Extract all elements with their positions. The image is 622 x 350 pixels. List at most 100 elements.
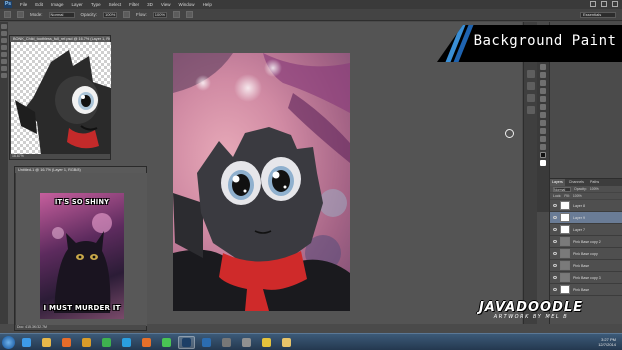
eye-icon[interactable] [553, 240, 557, 243]
healing-tool-icon[interactable] [1, 66, 7, 71]
tab-channels[interactable]: Channels [567, 179, 586, 186]
taskbar-app[interactable] [218, 336, 235, 349]
menu-file[interactable]: File [20, 0, 27, 9]
lasso-tool-icon[interactable] [1, 38, 7, 43]
foreground-color-swatch[interactable] [540, 152, 546, 158]
layer-row[interactable]: Pink Base copy 3 [550, 272, 622, 284]
layer-row-selected[interactable]: Layer 9 [550, 212, 622, 224]
airbrush-icon[interactable] [172, 11, 180, 18]
document-window-meme[interactable]: Untitled-1 @ 16.7% (Layer 1, RGB/8) IT'S… [14, 166, 147, 331]
taskbar-clock[interactable]: 3:27 PM 12/7/2014 [598, 337, 616, 347]
eye-icon[interactable] [553, 216, 557, 219]
watermark-logo-text: JAVADOODLE [478, 300, 584, 315]
eye-icon[interactable] [553, 228, 557, 231]
eyedropper-tool-icon[interactable] [1, 59, 7, 64]
quick-select-tool-icon[interactable] [1, 45, 7, 50]
brush-tool-icon[interactable] [540, 64, 546, 70]
layer-thumbnail [560, 213, 570, 222]
history-panel-icon[interactable] [527, 70, 535, 78]
main-canvas[interactable] [173, 53, 350, 311]
layer-row[interactable]: Pink Base [550, 260, 622, 272]
menu-filter[interactable]: Filter [129, 0, 139, 9]
taskbar-app[interactable] [158, 336, 175, 349]
pressure-size-icon[interactable] [185, 11, 193, 18]
layer-row[interactable]: Layer 7 [550, 224, 622, 236]
type-tool-icon[interactable] [540, 112, 546, 118]
layer-row[interactable]: Pink Base copy 2 [550, 236, 622, 248]
blend-mode-dropdown[interactable]: Normal [553, 186, 571, 192]
menu-type[interactable]: Type [91, 0, 101, 9]
zoom-tool-icon[interactable] [540, 144, 546, 150]
pen-tool-icon[interactable] [540, 104, 546, 110]
tab-paths[interactable]: Paths [588, 179, 601, 186]
character-panel-icon[interactable] [527, 106, 535, 114]
gradient-tool-icon[interactable] [540, 80, 546, 86]
flow-field[interactable]: 100% [152, 11, 167, 18]
brush-tool-preset-icon[interactable] [4, 11, 11, 18]
layer-row[interactable]: Pink Base [550, 284, 622, 296]
photoshop-window: Ps File Edit Image Layer Type Select Fil… [0, 0, 622, 350]
start-button[interactable] [2, 335, 15, 349]
pressure-opacity-icon[interactable] [123, 11, 131, 18]
layer-opacity-value[interactable]: 100% [590, 187, 599, 191]
taskbar-app[interactable] [258, 336, 275, 349]
eraser-tool-icon[interactable] [540, 72, 546, 78]
taskbar-app[interactable] [98, 336, 115, 349]
taskbar-app[interactable] [38, 336, 55, 349]
taskbar-app[interactable] [138, 336, 155, 349]
marquee-tool-icon[interactable] [1, 31, 7, 36]
spotify-icon [162, 337, 171, 347]
minimize-icon[interactable] [590, 1, 596, 7]
mode-dropdown[interactable]: Normal [48, 11, 75, 18]
path-select-tool-icon[interactable] [540, 120, 546, 126]
blur-tool-icon[interactable] [540, 88, 546, 94]
firefox-icon [142, 337, 151, 347]
tools-column [537, 62, 549, 212]
taskbar-app[interactable] [58, 336, 75, 349]
taskbar-app[interactable] [118, 336, 135, 349]
menu-select[interactable]: Select [109, 0, 122, 9]
hand-tool-icon[interactable] [540, 136, 546, 142]
background-color-swatch[interactable] [540, 160, 546, 166]
layer-row[interactable]: Pink Base copy [550, 248, 622, 260]
crop-tool-icon[interactable] [1, 52, 7, 57]
move-tool-icon[interactable] [1, 24, 7, 29]
taskbar-app[interactable] [18, 336, 35, 349]
layer-name: Pink Base [573, 287, 590, 292]
taskbar-app[interactable] [198, 336, 215, 349]
taskbar-app[interactable] [238, 336, 255, 349]
brush-tool-icon[interactable] [1, 73, 7, 78]
lock-label: Lock: [553, 194, 562, 198]
eye-icon[interactable] [553, 288, 557, 291]
document-window-reference[interactable]: BONK_Child_toothless_full_ref.psd @ 16.7… [9, 35, 111, 160]
maximize-icon[interactable] [601, 1, 607, 7]
reference-canvas[interactable] [11, 42, 111, 155]
menu-edit[interactable]: Edit [35, 0, 43, 9]
properties-panel-icon[interactable] [527, 82, 535, 90]
menu-3d[interactable]: 3D [147, 0, 153, 9]
dodge-tool-icon[interactable] [540, 96, 546, 102]
eye-icon[interactable] [553, 252, 557, 255]
menu-help[interactable]: Help [203, 0, 212, 9]
taskbar-app[interactable] [278, 336, 295, 349]
eye-icon[interactable] [553, 276, 557, 279]
layer-row[interactable]: Layer 8 [550, 200, 622, 212]
taskbar-app-active[interactable] [178, 335, 195, 349]
menu-image[interactable]: Image [51, 0, 64, 9]
workspace-dropdown[interactable]: Essentials [580, 12, 616, 18]
shape-tool-icon[interactable] [540, 128, 546, 134]
brush-size-icon[interactable] [17, 11, 24, 18]
menu-view[interactable]: View [161, 0, 171, 9]
brush-panel-icon[interactable] [527, 94, 535, 102]
eye-icon[interactable] [553, 264, 557, 267]
meme-canvas-area[interactable]: IT'S SO SHINY I MUST MURDER IT [16, 173, 147, 326]
opacity-field[interactable]: 100% [103, 11, 118, 18]
menu-layer[interactable]: Layer [72, 0, 83, 9]
watermark: JAVADOODLE ARTWORK BY MEL B [466, 300, 596, 320]
close-icon[interactable] [612, 1, 618, 7]
eye-icon[interactable] [553, 204, 557, 207]
fill-value[interactable]: 100% [573, 194, 582, 198]
tab-layers[interactable]: Layers [550, 179, 565, 186]
taskbar-app[interactable] [78, 336, 95, 349]
menu-window[interactable]: Window [179, 0, 195, 9]
